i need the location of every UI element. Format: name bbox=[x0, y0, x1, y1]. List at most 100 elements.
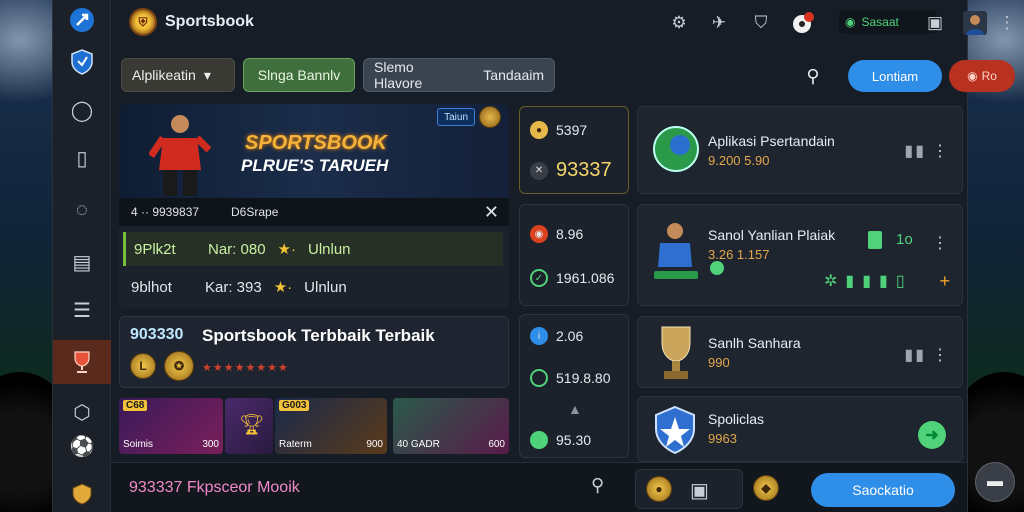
cta-button[interactable]: Saockatio bbox=[811, 473, 955, 507]
stats-bottom: 95.30 bbox=[556, 432, 592, 448]
tile-team: Soimis bbox=[123, 439, 154, 450]
card-title: Spoliclas bbox=[708, 411, 765, 427]
featured-number: 903330 bbox=[130, 326, 184, 343]
list-item[interactable]: 9Plk2t Nar: 080 ★· Ulnlun bbox=[123, 232, 503, 266]
wallet-icon[interactable]: ▣ bbox=[923, 11, 947, 35]
star-icon: ★· bbox=[273, 279, 293, 296]
segment-tabs: Slemo Hlavore Tandaaim bbox=[363, 58, 555, 92]
balance-top: 5397 bbox=[556, 122, 588, 138]
book-icon[interactable]: ▯ bbox=[66, 142, 98, 174]
close-icon: ✕ bbox=[530, 161, 548, 180]
chevron-down-icon: ▾ bbox=[203, 66, 211, 83]
status-icon bbox=[530, 369, 548, 387]
pin-icon[interactable]: ✈ bbox=[707, 11, 731, 35]
hero-subtitle: PLRUE'S TARUEH bbox=[241, 156, 389, 175]
app-logo-icon bbox=[653, 126, 699, 172]
shield-icon[interactable] bbox=[66, 46, 98, 78]
card-title: Aplikasi Psertandain bbox=[708, 133, 835, 149]
hero-bar-left: 4 ·· 9939837 bbox=[131, 205, 200, 219]
right-card[interactable]: Aplikasi Psertandain 9.200 5.90 ▮▮ ⋮ bbox=[637, 106, 963, 194]
search-icon[interactable]: ⚲ bbox=[591, 475, 604, 496]
tile-team: Raterm bbox=[279, 439, 312, 450]
list-item-suffix: Ulnlun bbox=[308, 240, 351, 258]
right-card[interactable]: Sanol Yanlian Plaiak 3.26 1.157 1o ⋮ ✲▮▮… bbox=[637, 204, 963, 306]
arrow-up-icon[interactable]: ▲ bbox=[568, 401, 582, 417]
coin-icon bbox=[479, 106, 501, 128]
more-icon[interactable]: ⋮ bbox=[995, 11, 1019, 35]
odds-top: 8.96 bbox=[556, 226, 584, 242]
check-icon: ✓ bbox=[530, 269, 548, 287]
card-sub: 9963 bbox=[708, 431, 737, 446]
red-action-button[interactable]: ◉ Ro bbox=[949, 60, 1015, 92]
coin-icon[interactable]: ● bbox=[646, 476, 672, 502]
featured-title: Sportsbook Terbbaik Terbaik bbox=[202, 326, 435, 345]
status-icon bbox=[530, 431, 548, 449]
tab-right[interactable]: Tandaaim bbox=[483, 67, 544, 83]
chat-fab-icon[interactable]: ▬ bbox=[975, 462, 1015, 502]
category-dropdown[interactable]: Alplikeatin ▾ bbox=[121, 58, 235, 92]
right-card[interactable]: Sanlh Sanhara 990 ▮▮ ⋮ bbox=[637, 316, 963, 388]
trophy-tile[interactable]: 🏆︎ bbox=[225, 398, 273, 454]
online-icon bbox=[710, 261, 724, 275]
more-icon[interactable]: ⋮ bbox=[932, 233, 948, 253]
coin-icon: ● bbox=[530, 121, 548, 139]
filter-row: Alplikeatin ▾ Slnga Bannlv Slemo Hlavore… bbox=[111, 52, 1015, 98]
match-tile[interactable]: G003 Raterm 900 bbox=[275, 398, 387, 454]
right-card[interactable]: Spoliclas 9963 ➜ bbox=[637, 396, 963, 462]
featured-card[interactable]: 903330 Sportsbook Terbbaik Terbaik L ✪ ★… bbox=[119, 316, 509, 388]
more-icon[interactable]: ⋮ bbox=[932, 345, 948, 365]
ball-notification-icon[interactable] bbox=[791, 11, 815, 35]
green-filter-button[interactable]: Slnga Bannlv bbox=[243, 58, 355, 92]
shield-icon[interactable]: ⛉ bbox=[749, 11, 773, 35]
top-bar: ⛨ Sportsbook ⚙ ✈ ⛉ ◉ Sasaat ▣ ⋮ bbox=[111, 0, 1016, 46]
brand[interactable]: ⛨ Sportsbook bbox=[129, 8, 254, 36]
menu-icon[interactable]: ☰ bbox=[66, 294, 98, 326]
hero-banner[interactable]: SPORTSBOOK PLRUE'S TARUEH Taiun bbox=[119, 104, 509, 198]
stats-mid: 519.8.80 bbox=[556, 370, 611, 386]
battery-indicators: ✲▮▮▮▯ bbox=[824, 273, 913, 290]
go-icon[interactable]: ➜ bbox=[918, 421, 946, 449]
signal-icon: ▮▮ bbox=[904, 143, 926, 160]
list-item-left: 9Plk2t bbox=[134, 240, 176, 258]
match-tile[interactable]: C68 Soimis 300 bbox=[119, 398, 223, 454]
bottom-actions: ● ▣ bbox=[635, 469, 743, 509]
info-icon: i bbox=[530, 327, 548, 345]
list-item[interactable]: 9blhot Kar: 393 ★· Ulnlun bbox=[123, 270, 503, 304]
cup-icon[interactable] bbox=[66, 478, 98, 510]
stats-box[interactable]: i 2.06 519.8.80 ▲ 95.30 bbox=[519, 314, 629, 458]
list-item-right: Kar: 393 bbox=[205, 278, 262, 296]
search-icon[interactable]: ⚲ bbox=[801, 64, 825, 88]
card-title: Sanol Yanlian Plaiak bbox=[708, 227, 836, 243]
chat-icon[interactable]: ◯ bbox=[66, 94, 98, 126]
trophy-icon[interactable] bbox=[53, 340, 111, 384]
more-icon[interactable]: ⋮ bbox=[932, 141, 948, 161]
card-badge: 1o bbox=[896, 231, 913, 248]
match-tile[interactable]: 40 GADR 600 bbox=[393, 398, 509, 454]
bag-icon[interactable]: ▣ bbox=[690, 478, 709, 503]
avatar[interactable] bbox=[963, 11, 987, 35]
settings-icon[interactable]: ⚙ bbox=[667, 11, 691, 35]
settings-icon[interactable]: ⬡ bbox=[66, 396, 98, 428]
odds-box[interactable]: ◉ 8.96 ✓ 1961.086 bbox=[519, 204, 629, 306]
balance-box[interactable]: ● 5397 ✕ 93337 bbox=[519, 106, 629, 194]
plus-icon[interactable]: + bbox=[939, 271, 950, 292]
tile-tag: C68 bbox=[123, 400, 148, 411]
trophy-icon bbox=[661, 326, 691, 379]
app-window: ◯ ▯ ◌ ▤ ☰ ⬡ ⚽ ⛨ Sportsbook ⚙ ✈ ⛉ ◉ Sasaa… bbox=[52, 0, 1016, 512]
app-title: Sportsbook bbox=[165, 13, 254, 30]
close-icon[interactable]: ✕ bbox=[484, 202, 499, 223]
balance-big: 93337 bbox=[556, 159, 612, 181]
green-filter-label: Slnga Bannlv bbox=[257, 67, 341, 83]
status-icon: ◉ bbox=[845, 15, 856, 29]
compass-icon[interactable] bbox=[66, 4, 98, 36]
primary-action-button[interactable]: Lontiam bbox=[848, 60, 942, 92]
layout-icon[interactable]: ▤ bbox=[66, 246, 98, 278]
comment-icon[interactable]: ◌ bbox=[66, 194, 98, 226]
card-sub: 3.26 1.157 bbox=[708, 247, 770, 262]
coin-icon: L bbox=[130, 353, 156, 379]
tab-left[interactable]: Slemo Hlavore bbox=[374, 59, 465, 91]
hero-bar-mid: D6Srape bbox=[231, 205, 279, 219]
badge-icon[interactable]: ◆ bbox=[753, 475, 779, 501]
hero-info-bar: 4 ·· 9939837 D6Srape ✕ bbox=[119, 198, 509, 226]
soccer-ball-icon[interactable]: ⚽ bbox=[66, 430, 98, 462]
